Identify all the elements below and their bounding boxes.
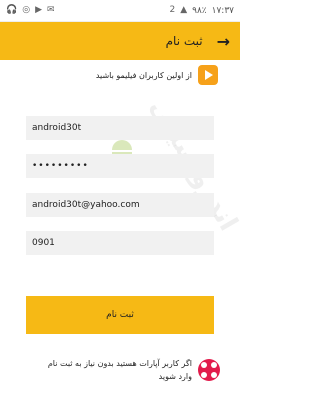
aparat-icon [198,359,220,381]
arrow-right-icon[interactable]: → [217,32,230,51]
promo-banner: از اولین کاربران فیلیمو باشید [0,62,240,88]
email-field[interactable]: android30t@yahoo.com [26,193,214,217]
phone-field[interactable]: 0901 [26,231,214,255]
register-button[interactable]: ثبت نام [26,296,214,334]
filimo-play-icon [198,65,218,85]
aparat-login-text: اگر کاربر آپارات هستید بدون نیاز به ثبت … [47,359,192,381]
sim-icon: 2 [169,5,176,15]
clock: ۱۷:۳۷ [211,5,234,16]
promo-text: از اولین کاربران فیلیمو باشید [95,70,192,80]
battery-percent: ۹۸٪ [192,5,207,16]
status-right: 2 ▲ ۹۸٪ ۱۷:۳۷ [169,6,234,16]
password-field[interactable]: ••••••••• [26,154,214,178]
page-title: ثبت نام [165,34,203,48]
aparat-login-link[interactable]: اگر کاربر آپارات هستید بدون نیاز به ثبت … [20,352,220,388]
notification-icon: ✉ [47,5,55,15]
headphones-icon: 🎧 [6,5,18,15]
status-left: 🎧 ◎ ▶ ✉ [6,6,55,15]
username-field[interactable]: android30t [26,116,214,140]
media-icon: ▶ [35,5,42,15]
status-bar: 🎧 ◎ ▶ ✉ 2 ▲ ۹۸٪ ۱۷:۳۷ [0,0,240,22]
app-bar: ثبت نام → [0,22,240,60]
signal-icon: ▲ [180,5,188,15]
location-icon: ◎ [22,5,31,15]
